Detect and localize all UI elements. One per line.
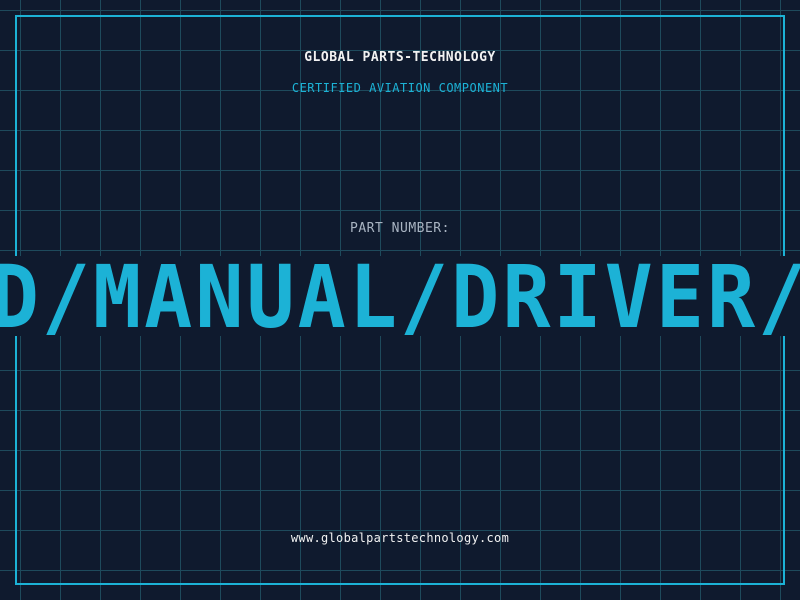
part-number-value: CD/MANUAL/DRIVER/C bbox=[0, 256, 800, 336]
part-number-label: PART NUMBER: bbox=[350, 221, 450, 236]
part-number-band: CD/MANUAL/DRIVER/C bbox=[0, 256, 800, 336]
certification-subtitle: CERTIFIED AVIATION COMPONENT bbox=[291, 81, 509, 95]
website-url: www.globalpartstechnology.com bbox=[290, 531, 510, 545]
company-name: GLOBAL PARTS-TECHNOLOGY bbox=[304, 50, 496, 65]
